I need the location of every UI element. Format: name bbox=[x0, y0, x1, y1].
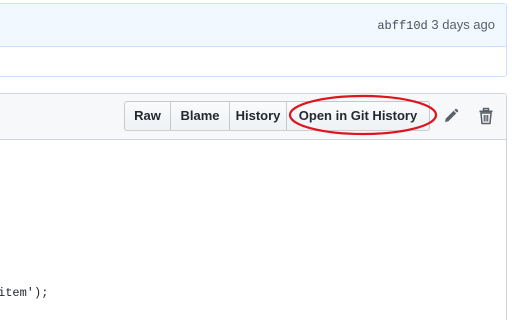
history-button[interactable]: History bbox=[229, 101, 287, 131]
code-line-fragment: item'); bbox=[0, 286, 49, 300]
latest-commit-box: abff10d 3 days ago bbox=[0, 3, 507, 77]
page: abff10d 3 days ago Raw Blame History Ope… bbox=[0, 0, 512, 320]
raw-button[interactable]: Raw bbox=[124, 101, 171, 131]
file-box: Raw Blame History Open in Git History bbox=[0, 93, 507, 320]
commit-sha-link[interactable]: abff10d bbox=[377, 19, 427, 33]
blame-button[interactable]: Blame bbox=[170, 101, 230, 131]
file-actions-header: Raw Blame History Open in Git History bbox=[0, 94, 506, 140]
trash-icon[interactable] bbox=[477, 107, 495, 125]
pencil-icon[interactable] bbox=[442, 107, 460, 125]
open-in-git-history-button[interactable]: Open in Git History bbox=[286, 101, 430, 131]
commit-meta: abff10d 3 days ago bbox=[377, 17, 495, 33]
file-actions-button-group: Raw Blame History Open in Git History bbox=[124, 101, 430, 131]
commit-time: 3 days ago bbox=[431, 17, 495, 32]
commit-header: abff10d 3 days ago bbox=[0, 4, 506, 47]
